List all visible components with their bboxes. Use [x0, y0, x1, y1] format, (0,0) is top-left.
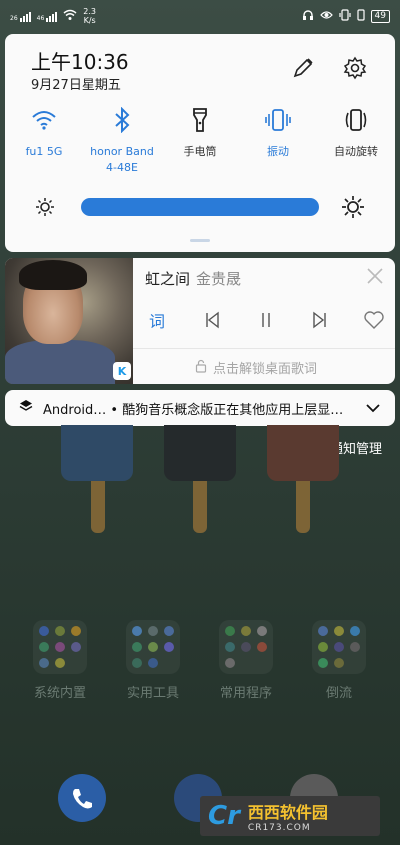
flashlight-icon	[186, 106, 214, 134]
speed-value: 2.3	[83, 7, 97, 16]
folder-label: 常用程序	[219, 686, 272, 701]
home-folder[interactable]	[126, 620, 180, 674]
speed-unit: K/s	[83, 16, 96, 25]
gear-icon[interactable]	[343, 56, 367, 80]
kugou-badge-icon: K	[113, 362, 131, 380]
tile-autorotate[interactable]: 自动旋转	[317, 106, 395, 176]
android-notification[interactable]: Android… • 酷狗音乐概念版正在其他应用上层显示内容	[5, 390, 395, 426]
network-type-1: 26	[10, 15, 18, 22]
tile-label: 振动	[267, 145, 289, 158]
network-speed: 2.3 K/s	[83, 7, 96, 25]
watermark-title: 西西软件园	[247, 803, 328, 822]
signal-icon-1: 26	[10, 10, 31, 22]
close-icon[interactable]	[365, 266, 385, 286]
notification-text: Android… • 酷狗音乐概念版正在其他应用上层显示内容	[43, 402, 353, 418]
phone-app-icon[interactable]	[58, 774, 106, 822]
unlock-lyrics-button[interactable]: 点击解锁桌面歌词	[195, 358, 317, 377]
next-icon[interactable]	[309, 309, 331, 331]
clock-date: 9月27日星期五	[31, 78, 121, 93]
brightness-slider[interactable]	[81, 198, 319, 216]
cover-shirt	[5, 340, 115, 384]
tile-wifi[interactable]: fu1 5G	[5, 106, 83, 176]
wifi-icon	[30, 106, 58, 134]
sim-icon	[356, 8, 365, 24]
tile-label: 自动旋转	[334, 145, 378, 158]
quick-tiles: fu1 5G honor Band 4-48E 手电筒 振动 自动旋转	[5, 106, 395, 176]
unlock-lyrics-text: 点击解锁桌面歌词	[213, 362, 318, 377]
brightness-high-icon	[341, 195, 365, 219]
song-title: 虹之间	[145, 270, 191, 288]
folder-label: 倒流	[325, 686, 352, 701]
edit-icon[interactable]	[291, 56, 315, 80]
clock-time: 上午10:36	[31, 50, 129, 74]
music-divider	[133, 348, 395, 349]
signal-icon-2: 46	[37, 10, 58, 22]
wifi-status-icon	[63, 9, 77, 24]
wallpaper-stick	[296, 481, 310, 533]
album-cover: K	[5, 258, 133, 384]
tile-label: 手电筒	[183, 145, 217, 158]
battery-indicator: 49	[370, 9, 390, 23]
lock-icon	[195, 359, 207, 377]
watermark-url: CR173.COM	[247, 823, 311, 833]
wallpaper-popsicle-blue	[61, 425, 133, 481]
previous-icon[interactable]	[201, 309, 223, 331]
tile-flashlight[interactable]: 手电筒	[161, 106, 239, 176]
tile-vibrate[interactable]: 振动	[239, 106, 317, 176]
rotate-icon	[342, 106, 370, 134]
pause-icon[interactable]	[255, 309, 277, 331]
wallpaper-stick	[193, 481, 207, 533]
network-type-2: 46	[36, 15, 45, 22]
panel-drag-handle[interactable]	[190, 239, 210, 242]
home-folder[interactable]	[33, 620, 87, 674]
vibrate-status-icon	[338, 8, 351, 24]
brightness-control	[35, 194, 365, 220]
tile-label: fu1 5G	[25, 145, 63, 158]
quick-settings-panel: 上午10:36 9月27日星期五 fu1 5G honor Band 4-48E…	[5, 34, 395, 252]
home-folder[interactable]	[219, 620, 273, 674]
lyrics-button[interactable]: 词	[145, 308, 169, 332]
headset-icon	[302, 9, 314, 24]
vibrate-icon	[264, 106, 292, 134]
folder-label: 实用工具	[126, 686, 179, 701]
song-artist: 金贵晟	[196, 270, 242, 288]
home-folder[interactable]	[312, 620, 366, 674]
watermark-logo: Cr	[208, 801, 240, 831]
status-bar: 26 46 2.3 K/s 49	[0, 0, 400, 32]
chevron-down-icon[interactable]	[365, 400, 381, 416]
heart-icon[interactable]	[363, 309, 385, 331]
watermark-text: 西西软件园 CR173.COM	[248, 799, 328, 833]
player-controls: 词	[145, 308, 385, 332]
eye-icon	[319, 10, 333, 23]
brightness-low-icon	[35, 197, 55, 217]
folder-label: 系统内置	[33, 686, 86, 701]
wallpaper-popsicle-red	[267, 425, 339, 481]
wallpaper-stick	[91, 481, 105, 533]
layers-icon	[19, 399, 33, 417]
song-info: 虹之间 金贵晟	[145, 268, 241, 289]
bluetooth-icon	[108, 106, 136, 134]
tile-label: honor Band 4-48E	[90, 145, 154, 174]
music-notification[interactable]: K 虹之间 金贵晟 词 点击解锁桌面歌词	[5, 258, 395, 384]
tile-bluetooth[interactable]: honor Band 4-48E	[83, 106, 161, 176]
cover-hair	[19, 260, 87, 290]
wallpaper-popsicle-dark	[164, 425, 236, 481]
site-watermark: Cr 西西软件园 CR173.COM	[200, 796, 380, 836]
